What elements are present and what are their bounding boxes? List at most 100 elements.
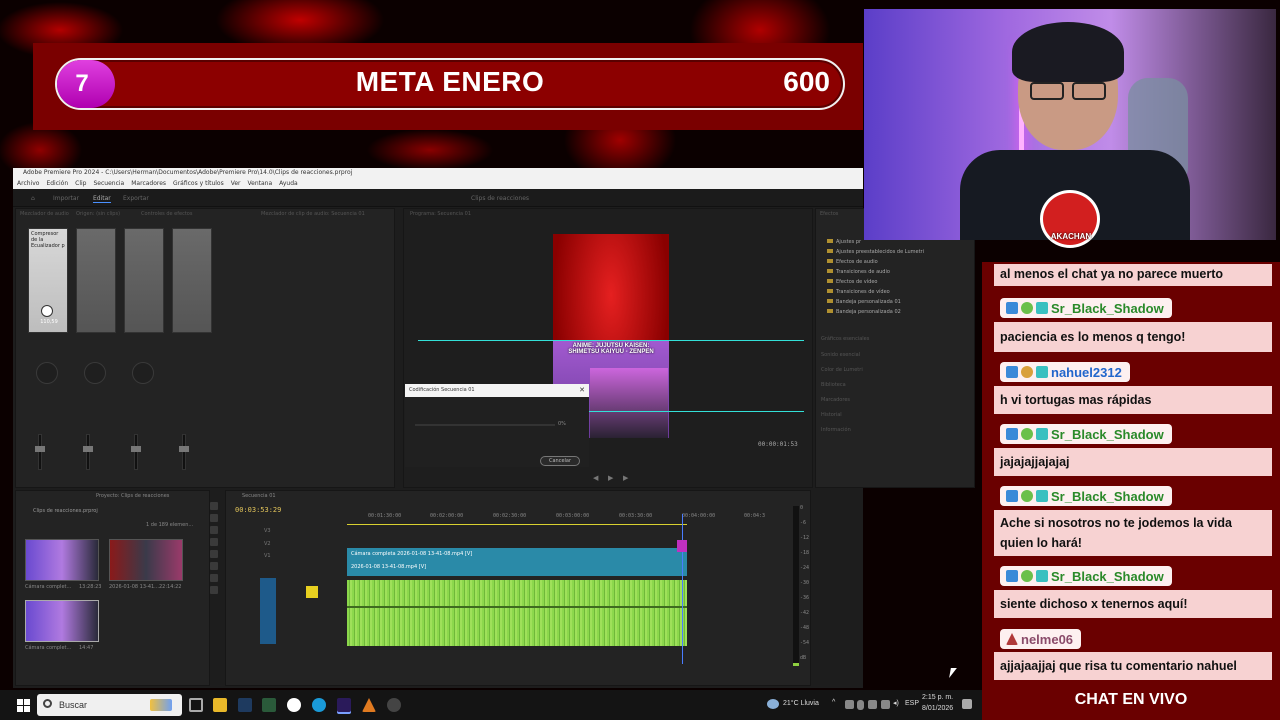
timeline-timecode[interactable]: 00:03:53:29	[235, 506, 281, 514]
project-item-thumb-2[interactable]	[109, 539, 183, 581]
clip-mixer-tab[interactable]: Mezclador de clip de audio: Secuencia 01	[261, 211, 365, 217]
cancel-button[interactable]: Cancelar	[540, 456, 580, 466]
fx-folder-1[interactable]: Ajustes preestablecidos de Lumetri	[827, 249, 924, 255]
volume-fader-1[interactable]	[38, 434, 42, 470]
chrome-icon[interactable]	[287, 698, 301, 712]
project-item-thumb-1[interactable]	[25, 539, 99, 581]
volume-fader-3[interactable]	[134, 434, 138, 470]
solo-icon[interactable]	[306, 586, 318, 598]
photoshop-icon[interactable]	[238, 698, 252, 712]
fx-subpanel-4[interactable]: Marcadores	[821, 397, 850, 403]
fx-folder-6[interactable]: Bandeja personalizada 01	[827, 299, 901, 305]
project-item-thumb-3[interactable]	[25, 600, 99, 642]
app-icon[interactable]	[262, 698, 276, 712]
fader-handle-2[interactable]	[83, 446, 93, 452]
menu-archivo[interactable]: Archivo	[17, 178, 39, 189]
effects-tab[interactable]: Efectos	[820, 211, 838, 217]
mixer-slot-1[interactable]: Compresor de la Ecualizador p 110,59	[28, 228, 68, 333]
pan-knob-2[interactable]	[84, 362, 106, 384]
marker-icon[interactable]	[677, 540, 687, 552]
project-tab[interactable]: Proyecto: Clips de reacciones	[96, 493, 169, 499]
mixer-slot-3[interactable]	[124, 228, 164, 333]
mixer-tab[interactable]: Mezclador de audio	[20, 211, 69, 217]
fx-subpanel-6[interactable]: Información	[821, 427, 851, 433]
windows-start-icon[interactable]	[17, 699, 30, 712]
effects-controls-tab[interactable]: Controles de efectos	[141, 211, 192, 217]
fx-subpanel-0[interactable]: Gráficos esenciales	[821, 336, 869, 342]
workspace-tab-export[interactable]: Exportar	[123, 195, 149, 202]
fx-folder-5[interactable]: Transiciones de vídeo	[827, 289, 890, 295]
menu-ayuda[interactable]: Ayuda	[279, 178, 298, 189]
notification-icon[interactable]	[962, 699, 972, 709]
close-icon[interactable]: ✕	[579, 384, 585, 397]
ripple-tool-icon[interactable]	[210, 526, 218, 534]
microphone-icon[interactable]	[857, 700, 864, 710]
audio-clip-waveform[interactable]	[347, 580, 687, 646]
fx-folder-7[interactable]: Bandeja personalizada 02	[827, 309, 901, 315]
premiere-icon[interactable]	[337, 698, 351, 712]
fader-handle-4[interactable]	[179, 446, 189, 452]
playhead[interactable]	[682, 514, 683, 664]
mixer-slot-2[interactable]	[76, 228, 116, 333]
workspace-tab-edit[interactable]: Editar	[93, 195, 111, 203]
fx-subpanel-5[interactable]: Historial	[821, 412, 842, 418]
network-icon[interactable]	[881, 700, 890, 709]
step-back-icon[interactable]: ◀	[593, 474, 598, 482]
copilot-icon[interactable]	[150, 699, 172, 711]
fader-handle-3[interactable]	[131, 446, 141, 452]
menu-graficos[interactable]: Gráficos y títulos	[173, 178, 224, 189]
fx-folder-4[interactable]: Efectos de vídeo	[827, 279, 877, 285]
slip-tool-icon[interactable]	[210, 550, 218, 558]
menu-ventana[interactable]: Ventana	[248, 178, 273, 189]
menu-secuencia[interactable]: Secuencia	[94, 178, 125, 189]
fx-subpanel-1[interactable]: Sonido esencial	[821, 352, 860, 358]
obs-icon[interactable]	[387, 698, 401, 712]
file-explorer-icon[interactable]	[213, 698, 227, 712]
volume-icon[interactable]: ◂)	[893, 699, 899, 707]
menu-clip[interactable]: Clip	[75, 178, 86, 189]
workspace-tab-import[interactable]: Importar	[53, 195, 79, 202]
menu-ver[interactable]: Ver	[231, 178, 241, 189]
track-v2[interactable]: V2	[264, 541, 271, 547]
tray-expand-icon[interactable]: ^	[832, 699, 835, 706]
weather-cloud-icon[interactable]	[767, 699, 779, 709]
pan-knob-3[interactable]	[132, 362, 154, 384]
pan-knob-1[interactable]	[36, 362, 58, 384]
clock-date[interactable]: 8/01/2026	[922, 705, 953, 712]
source-tab[interactable]: Origen: (sin clips)	[76, 211, 120, 217]
vlc-icon[interactable]	[362, 698, 376, 712]
track-select-tool-icon[interactable]	[210, 514, 218, 522]
pen-tool-icon[interactable]	[210, 562, 218, 570]
menu-edicion[interactable]: Edición	[46, 178, 68, 189]
play-button-icon[interactable]: ▶	[608, 474, 613, 482]
tray-app-icon[interactable]	[845, 700, 854, 709]
fx-subpanel-2[interactable]: Color de Lumetri	[821, 367, 863, 373]
fx-folder-0[interactable]: Ajustes pr	[827, 239, 861, 245]
menu-marcadores[interactable]: Marcadores	[131, 178, 166, 189]
fx-folder-3[interactable]: Transiciones de audio	[827, 269, 890, 275]
mixer-slot-4[interactable]	[172, 228, 212, 333]
clock-time[interactable]: 2:15 p. m.	[922, 694, 953, 701]
selection-tool-icon[interactable]	[210, 502, 218, 510]
fader-handle-1[interactable]	[35, 446, 45, 452]
edge-icon[interactable]	[312, 698, 326, 712]
task-view-icon[interactable]	[189, 698, 203, 712]
weather-text[interactable]: 21°C Lluvia	[783, 700, 819, 707]
timeline-tab[interactable]: Secuencia 01	[242, 493, 276, 499]
volume-fader-2[interactable]	[86, 434, 90, 470]
tray-app2-icon[interactable]	[868, 700, 877, 709]
razor-tool-icon[interactable]	[210, 538, 218, 546]
home-icon[interactable]: ⌂	[31, 195, 35, 202]
volume-fader-4[interactable]	[182, 434, 186, 470]
fx-folder-2[interactable]: Efectos de audio	[827, 259, 878, 265]
fx-subpanel-3[interactable]: Biblioteca	[821, 382, 846, 388]
step-forward-icon[interactable]: ▶	[623, 474, 628, 482]
track-v3[interactable]: V3	[264, 528, 271, 534]
track-v1[interactable]: V1	[264, 553, 271, 559]
work-area-bar[interactable]	[347, 524, 687, 525]
audio-track-header[interactable]	[260, 578, 276, 644]
mixer-knob-icon[interactable]	[41, 305, 53, 317]
hand-tool-icon[interactable]	[210, 574, 218, 582]
language-indicator[interactable]: ESP	[905, 700, 919, 707]
type-tool-icon[interactable]	[210, 586, 218, 594]
